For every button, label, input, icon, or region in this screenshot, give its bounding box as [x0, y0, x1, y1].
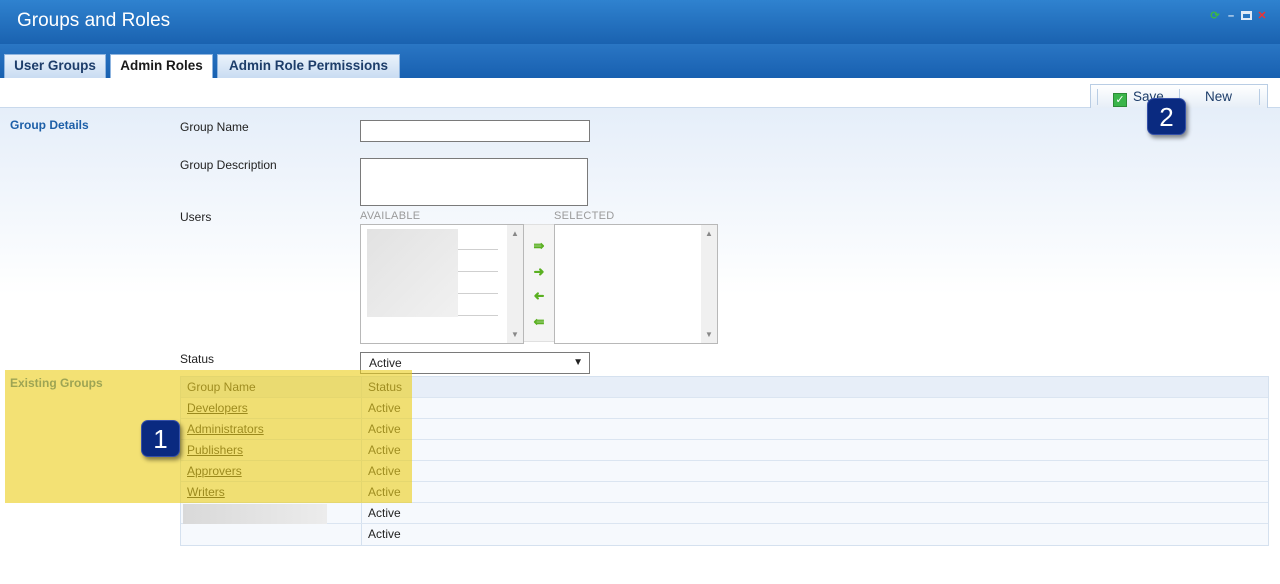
toolbar-separator	[1259, 89, 1260, 105]
existing-groups-heading: Existing Groups	[10, 376, 103, 390]
title-bar: Groups and Roles ⟳ – ✕	[0, 0, 1280, 44]
available-list-scrollbar[interactable]: ▲ ▼	[507, 225, 523, 343]
status-select[interactable]: Active ▼	[360, 352, 590, 374]
available-caption: AVAILABLE	[360, 210, 421, 222]
group-link-developers[interactable]: Developers	[187, 401, 248, 415]
status-cell: Active	[368, 527, 401, 541]
table-row: Active	[181, 503, 1268, 542]
scroll-up-icon[interactable]: ▲	[701, 229, 717, 238]
status-cell: Active	[368, 401, 401, 415]
table-row: Developers Active	[181, 398, 1268, 419]
group-name-input[interactable]	[360, 120, 590, 142]
table-row: Writers Active	[181, 482, 1268, 503]
scroll-down-icon[interactable]: ▼	[701, 330, 717, 339]
group-name-cell: Writers	[181, 482, 362, 502]
tab-bar: User Groups Admin Roles Admin Role Permi…	[0, 44, 1280, 79]
users-label: Users	[180, 210, 212, 224]
tab-user-groups[interactable]: User Groups	[4, 54, 106, 78]
toolbar-separator	[1097, 89, 1098, 105]
group-description-label: Group Description	[180, 158, 277, 172]
app-window: Groups and Roles ⟳ – ✕ User Groups Admin…	[0, 0, 1280, 584]
list-divider	[458, 293, 498, 294]
table-row: Active	[181, 524, 1268, 545]
selected-caption: SELECTED	[554, 210, 615, 222]
list-divider	[458, 249, 498, 250]
group-name-label: Group Name	[180, 120, 249, 134]
selected-users-list[interactable]: ▲ ▼	[554, 224, 718, 344]
status-cell: Active	[368, 506, 401, 520]
list-divider	[458, 271, 498, 272]
table-header-row: Group Name Status	[181, 377, 1268, 398]
available-users-list[interactable]: ▲ ▼	[360, 224, 524, 344]
selected-list-scrollbar[interactable]: ▲ ▼	[701, 225, 717, 343]
status-select-value: Active	[369, 356, 402, 370]
chevron-down-icon: ▼	[573, 357, 583, 368]
tab-admin-roles[interactable]: Admin Roles	[110, 54, 213, 79]
status-cell: Active	[368, 485, 401, 499]
close-icon[interactable]: ✕	[1256, 10, 1268, 22]
status-label: Status	[180, 352, 215, 366]
minimize-icon[interactable]: –	[1225, 10, 1237, 22]
group-name-cell	[181, 524, 362, 545]
group-name-cell: Administrators	[181, 419, 362, 439]
group-name-cell	[181, 503, 362, 542]
tab-admin-role-permissions[interactable]: Admin Role Permissions	[217, 54, 400, 78]
check-icon: ✓	[1113, 93, 1127, 107]
group-details-heading: Group Details	[10, 118, 89, 132]
move-left-icon[interactable]: ➜	[530, 288, 548, 303]
status-cell: Active	[368, 443, 401, 457]
group-name-cell: Developers	[181, 398, 362, 418]
scroll-down-icon[interactable]: ▼	[507, 330, 523, 339]
redacted-user-entries	[367, 229, 458, 317]
list-divider	[458, 315, 498, 316]
group-link-approvers[interactable]: Approvers	[187, 464, 242, 478]
table-row: Publishers Active	[181, 440, 1268, 461]
table-row: Approvers Active	[181, 461, 1268, 482]
group-name-cell: Publishers	[181, 440, 362, 460]
move-all-left-icon[interactable]: ⇚	[530, 315, 548, 329]
callout-badge-1: 1	[141, 420, 180, 457]
new-button[interactable]: New	[1205, 88, 1232, 106]
window-controls: ⟳ – ✕	[1209, 10, 1268, 22]
main-content: ✓ Save New Group Details Group Name Group…	[0, 78, 1280, 584]
callout-badge-2: 2	[1147, 98, 1186, 135]
refresh-icon[interactable]: ⟳	[1209, 10, 1221, 22]
column-header-status[interactable]: Status	[368, 377, 402, 398]
list-mover-controls: ⇛ ➜ ➜ ⇚	[524, 224, 554, 342]
restore-icon[interactable]	[1241, 11, 1252, 20]
status-cell: Active	[368, 422, 401, 436]
table-row: Administrators Active	[181, 419, 1268, 440]
group-name-cell: Approvers	[181, 461, 362, 481]
status-cell: Active	[368, 464, 401, 478]
group-link-administrators[interactable]: Administrators	[187, 422, 264, 436]
existing-groups-table: Group Name Status Developers Active Admi…	[180, 376, 1269, 546]
column-header-group-name[interactable]: Group Name	[181, 377, 362, 397]
group-description-input[interactable]	[360, 158, 588, 206]
move-all-right-icon[interactable]: ⇛	[530, 239, 548, 253]
window-title: Groups and Roles	[17, 10, 171, 31]
group-link-publishers[interactable]: Publishers	[187, 443, 243, 457]
scroll-up-icon[interactable]: ▲	[507, 229, 523, 238]
group-link-writers[interactable]: Writers	[187, 485, 225, 499]
move-right-icon[interactable]: ➜	[530, 265, 548, 279]
